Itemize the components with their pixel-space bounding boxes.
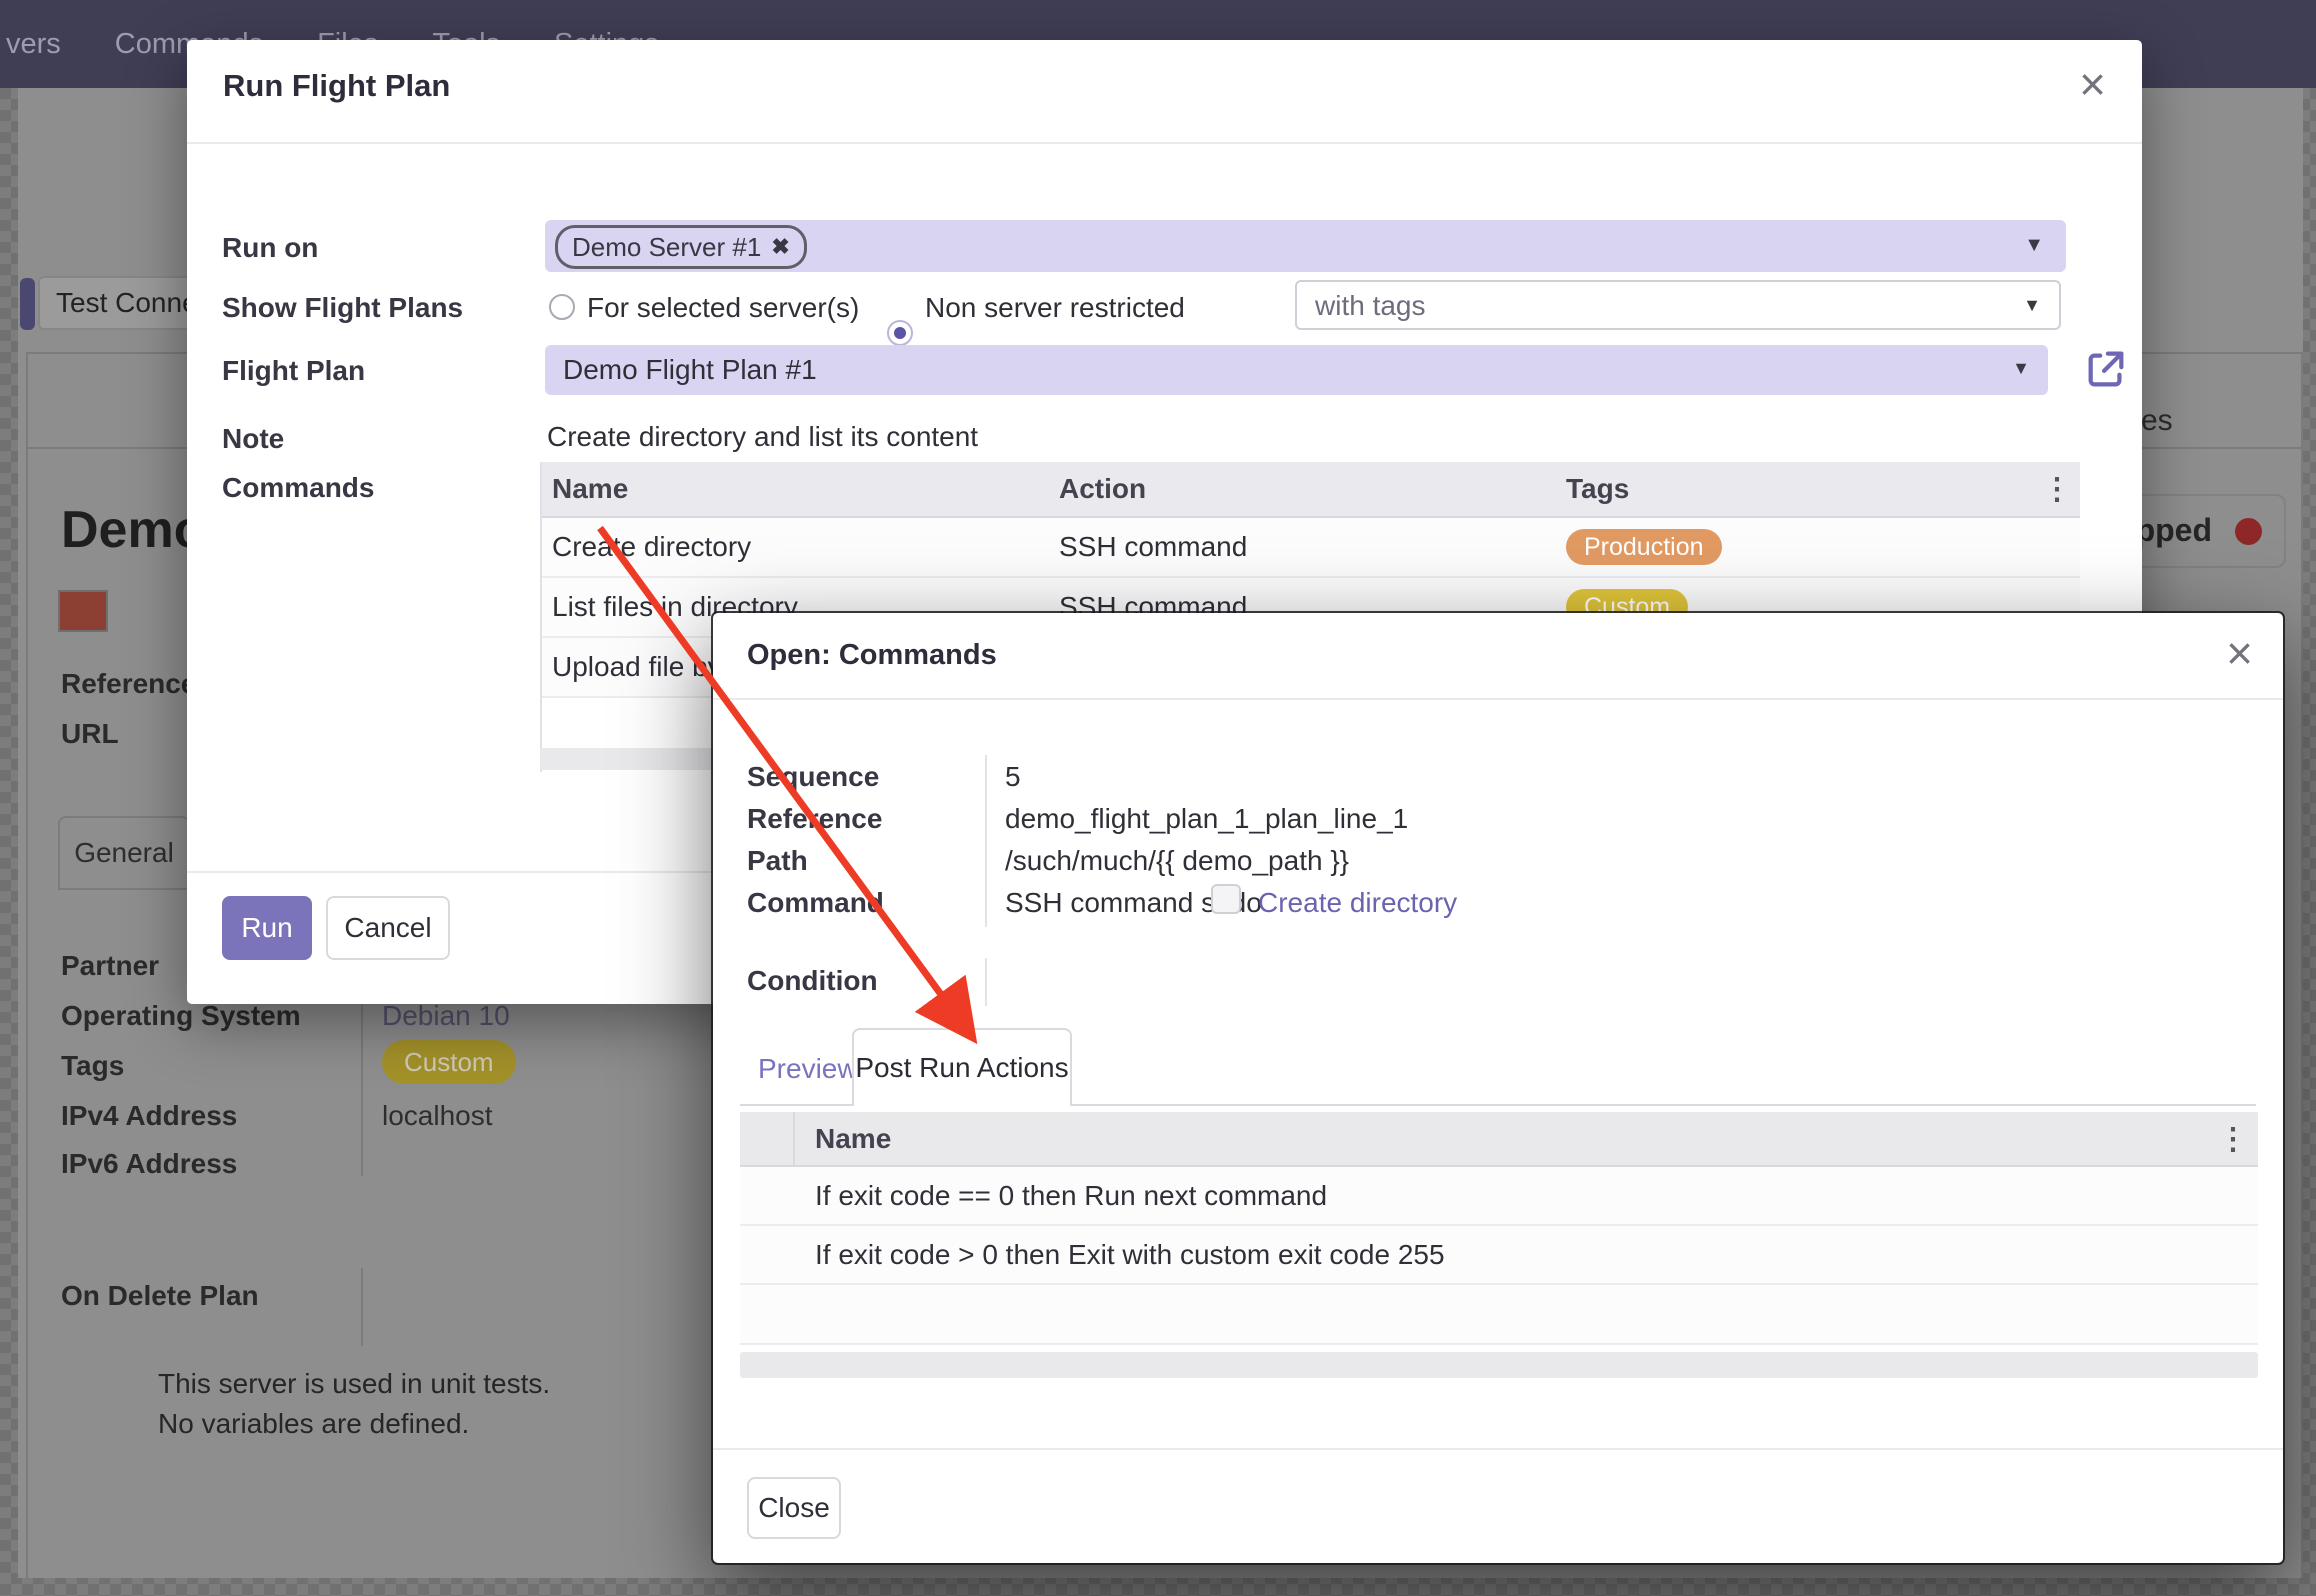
- run-button[interactable]: Run: [222, 896, 312, 960]
- field-label-os: Operating System: [61, 1000, 301, 1032]
- general-tab: General: [58, 816, 190, 890]
- test-connection-label: Test Conne: [56, 287, 198, 319]
- col-action: Action: [1059, 473, 1566, 505]
- col-name: Name: [542, 473, 1059, 505]
- reference-label: Reference: [747, 803, 882, 835]
- server-title: Demo: [61, 500, 205, 560]
- cancel-button-label: Cancel: [344, 912, 431, 944]
- tags-filter-value: with tags: [1315, 290, 1426, 322]
- radio-selected-servers[interactable]: [549, 294, 575, 320]
- tab-post-run-actions-label: Post Run Actions: [855, 1052, 1068, 1084]
- close-button[interactable]: Close: [747, 1477, 841, 1539]
- col-tags: Tags: [1566, 473, 1629, 505]
- reference-value: demo_flight_plan_1_plan_line_1: [1005, 803, 1408, 835]
- table-header: Name ⋮: [740, 1112, 2258, 1167]
- sudo-checkbox[interactable]: [1211, 884, 1241, 914]
- flight-plan-select[interactable]: Demo Flight Plan #1 ▼: [545, 345, 2048, 395]
- commands-modal-title: Open: Commands: [747, 639, 997, 672]
- commands-table-header: Name Action Tags ⋮: [542, 462, 2080, 518]
- run-on-label: Run on: [222, 232, 318, 264]
- column-options-icon[interactable]: ⋮: [2042, 472, 2070, 507]
- field-separator-2: [361, 1268, 363, 1346]
- footer-divider: [713, 1448, 2283, 1450]
- open-commands-modal: Open: Commands × Sequence Reference Path…: [713, 613, 2283, 1563]
- server-tag-label: Demo Server #1: [572, 232, 761, 263]
- ipv4-value: localhost: [382, 1100, 493, 1132]
- horizontal-scrollbar[interactable]: [740, 1352, 2258, 1378]
- sequence-label: Sequence: [747, 761, 879, 793]
- run-modal-title: Run Flight Plan: [223, 68, 450, 104]
- create-directory-link[interactable]: Create directory: [1258, 887, 1457, 919]
- cancel-button[interactable]: Cancel: [326, 896, 450, 960]
- commands-label: Commands: [222, 472, 374, 504]
- tab-post-run-actions[interactable]: Post Run Actions: [852, 1028, 1072, 1106]
- remove-tag-icon[interactable]: ✖: [771, 234, 789, 260]
- chevron-down-icon: ▼: [2012, 358, 2030, 379]
- status-dot: [2235, 518, 2262, 545]
- path-label: Path: [747, 845, 808, 877]
- run-on-field[interactable]: Demo Server #1 ✖ ▼: [545, 220, 2066, 272]
- primary-button-fragment: [20, 278, 35, 330]
- column-options-icon[interactable]: ⋮: [2218, 1122, 2246, 1157]
- command-label: Command: [747, 887, 884, 919]
- close-icon[interactable]: ×: [2079, 66, 2106, 102]
- field-label-ipv6: IPv6 Address: [61, 1148, 237, 1180]
- tags-filter-select[interactable]: with tags ▼: [1295, 280, 2061, 330]
- general-tab-label: General: [74, 837, 174, 869]
- header-divider: [187, 142, 2142, 144]
- field-separator: [985, 755, 987, 927]
- header-divider: [713, 698, 2283, 700]
- field-separator-2: [985, 958, 987, 1006]
- sequence-value: 5: [1005, 761, 1021, 793]
- cell-action: SSH command: [1059, 531, 1566, 563]
- server-tag: Demo Server #1 ✖: [555, 225, 807, 269]
- unit-test-note-2: No variables are defined.: [158, 1408, 469, 1440]
- flight-plan-label: Flight Plan: [222, 355, 365, 387]
- selector-column: [740, 1112, 795, 1165]
- cell-name: If exit code > 0 then Exit with custom e…: [740, 1239, 1445, 1271]
- close-icon[interactable]: ×: [2226, 635, 2253, 671]
- os-value: Debian 10: [382, 1000, 510, 1032]
- status-label: pped: [2136, 512, 2212, 549]
- table-row[interactable]: If exit code > 0 then Exit with custom e…: [740, 1226, 2258, 1285]
- close-button-label: Close: [758, 1492, 830, 1524]
- nav-item-servers: vers: [6, 28, 61, 61]
- radio-non-restricted[interactable]: [887, 320, 913, 346]
- radio-selected-servers-label[interactable]: For selected server(s): [587, 292, 859, 324]
- table-row[interactable]: If exit code == 0 then Run next command: [740, 1167, 2258, 1226]
- table-row[interactable]: Create directory SSH command Production: [542, 518, 2080, 578]
- note-label: Note: [222, 423, 284, 455]
- radio-non-restricted-label[interactable]: Non server restricted: [925, 292, 1185, 324]
- cell-name: If exit code == 0 then Run next command: [740, 1180, 1327, 1212]
- chevron-down-icon: ▼: [2023, 295, 2041, 316]
- condition-label: Condition: [747, 965, 878, 997]
- color-swatch: [58, 590, 108, 632]
- url-label: URL: [61, 718, 119, 750]
- note-value: Create directory and list its content: [547, 421, 978, 453]
- tags-badge: Custom: [382, 1040, 516, 1084]
- run-button-label: Run: [241, 912, 292, 944]
- unit-test-note-1: This server is used in unit tests.: [158, 1368, 550, 1400]
- path-value: /such/much/{{ demo_path }}: [1005, 845, 1349, 877]
- external-link-icon[interactable]: [2083, 346, 2129, 392]
- field-label-partner: Partner: [61, 950, 159, 982]
- field-label-tags: Tags: [61, 1050, 124, 1082]
- card-header-text: es: [2141, 404, 2173, 438]
- table-row-empty: [740, 1285, 2258, 1345]
- field-label-ipv4: IPv4 Address: [61, 1100, 237, 1132]
- post-run-actions-table: Name ⋮ If exit code == 0 then Run next c…: [740, 1112, 2258, 1345]
- chevron-down-icon: ▼: [2024, 234, 2044, 257]
- show-flight-plans-label: Show Flight Plans: [222, 292, 463, 324]
- flight-plan-value: Demo Flight Plan #1: [563, 354, 817, 386]
- cell-name: Create directory: [542, 531, 1059, 563]
- reference-label: Reference: [61, 668, 196, 700]
- field-label-ondelete: On Delete Plan: [61, 1280, 259, 1312]
- tab-preview[interactable]: Preview: [758, 1053, 858, 1085]
- col-name: Name: [795, 1123, 891, 1155]
- tag-badge: Production: [1566, 529, 1722, 565]
